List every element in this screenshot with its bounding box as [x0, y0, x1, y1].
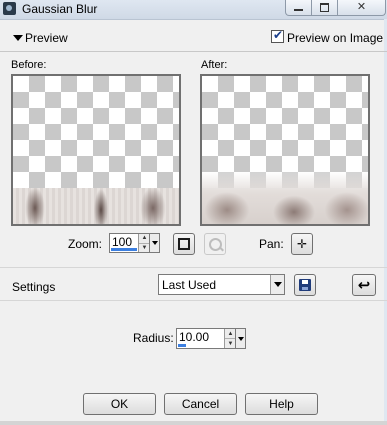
minimize-icon	[294, 9, 303, 11]
minimize-button[interactable]	[285, 0, 312, 16]
before-preview[interactable]	[11, 74, 181, 226]
reset-button[interactable]: ↩	[352, 274, 376, 296]
close-button[interactable]: ✕	[337, 0, 386, 16]
zoom-to-fit-button[interactable]	[173, 233, 195, 255]
radius-input[interactable]: 10.00 ▲ ▼	[176, 328, 236, 349]
maximize-button[interactable]	[311, 0, 338, 16]
window-title: Gaussian Blur	[22, 2, 98, 16]
before-photo-image	[13, 188, 179, 224]
preview-divider	[0, 51, 387, 52]
reset-arrow-icon: ↩	[357, 276, 371, 294]
collapse-triangle-icon[interactable]	[13, 35, 23, 41]
settings-top-divider	[0, 267, 387, 268]
zoom-magnifier-button[interactable]	[204, 233, 226, 255]
zoom-input[interactable]: 100 ▲ ▼	[109, 233, 150, 253]
zoom-level-bar	[111, 248, 137, 251]
after-label: After:	[201, 59, 228, 71]
checkmark-icon: ✔	[273, 28, 284, 42]
zoom-to-fit-icon	[178, 238, 190, 250]
radius-dropdown-button[interactable]	[235, 328, 246, 349]
title-bar: Gaussian Blur ✕	[0, 0, 387, 20]
zoom-value: 100	[112, 235, 133, 249]
settings-label: Settings	[12, 280, 56, 294]
preview-header: Preview ✔ Preview on Image	[0, 26, 387, 50]
maximize-icon	[320, 3, 329, 12]
pan-button[interactable]: ✛	[291, 233, 313, 255]
settings-bottom-divider	[0, 300, 387, 301]
dropdown-arrow-icon	[237, 336, 244, 341]
cancel-button[interactable]: Cancel	[164, 393, 237, 415]
pan-label: Pan:	[259, 237, 284, 251]
pan-move-icon: ✛	[296, 237, 308, 251]
help-button[interactable]: Help	[245, 393, 318, 415]
preview-on-image-checkbox[interactable]: ✔	[271, 28, 284, 43]
after-photo-image	[202, 172, 368, 224]
preview-on-image-label[interactable]: Preview on Image	[287, 31, 383, 45]
app-icon	[3, 2, 16, 15]
window-bottom-border	[0, 421, 387, 425]
settings-preset-select[interactable]: Last Used	[158, 274, 285, 295]
radius-level-bar	[178, 344, 186, 347]
before-label: Before:	[11, 59, 47, 71]
radius-value: 10.00	[179, 330, 210, 344]
zoom-dropdown-button[interactable]	[149, 233, 160, 253]
close-icon: ✕	[356, 1, 367, 13]
save-preset-button[interactable]	[294, 274, 316, 296]
dropdown-arrow-icon	[151, 241, 158, 245]
save-disk-icon	[299, 279, 311, 291]
radius-label: Radius:	[133, 331, 174, 345]
zoom-label: Zoom:	[68, 237, 103, 251]
preview-section-label[interactable]: Preview	[25, 31, 68, 45]
settings-dropdown-button[interactable]	[270, 275, 284, 294]
settings-preset-value: Last Used	[162, 278, 217, 292]
transparency-checkerboard	[13, 76, 179, 188]
ok-button[interactable]: OK	[83, 393, 156, 415]
after-preview[interactable]	[200, 74, 370, 226]
dropdown-arrow-icon	[273, 282, 282, 287]
